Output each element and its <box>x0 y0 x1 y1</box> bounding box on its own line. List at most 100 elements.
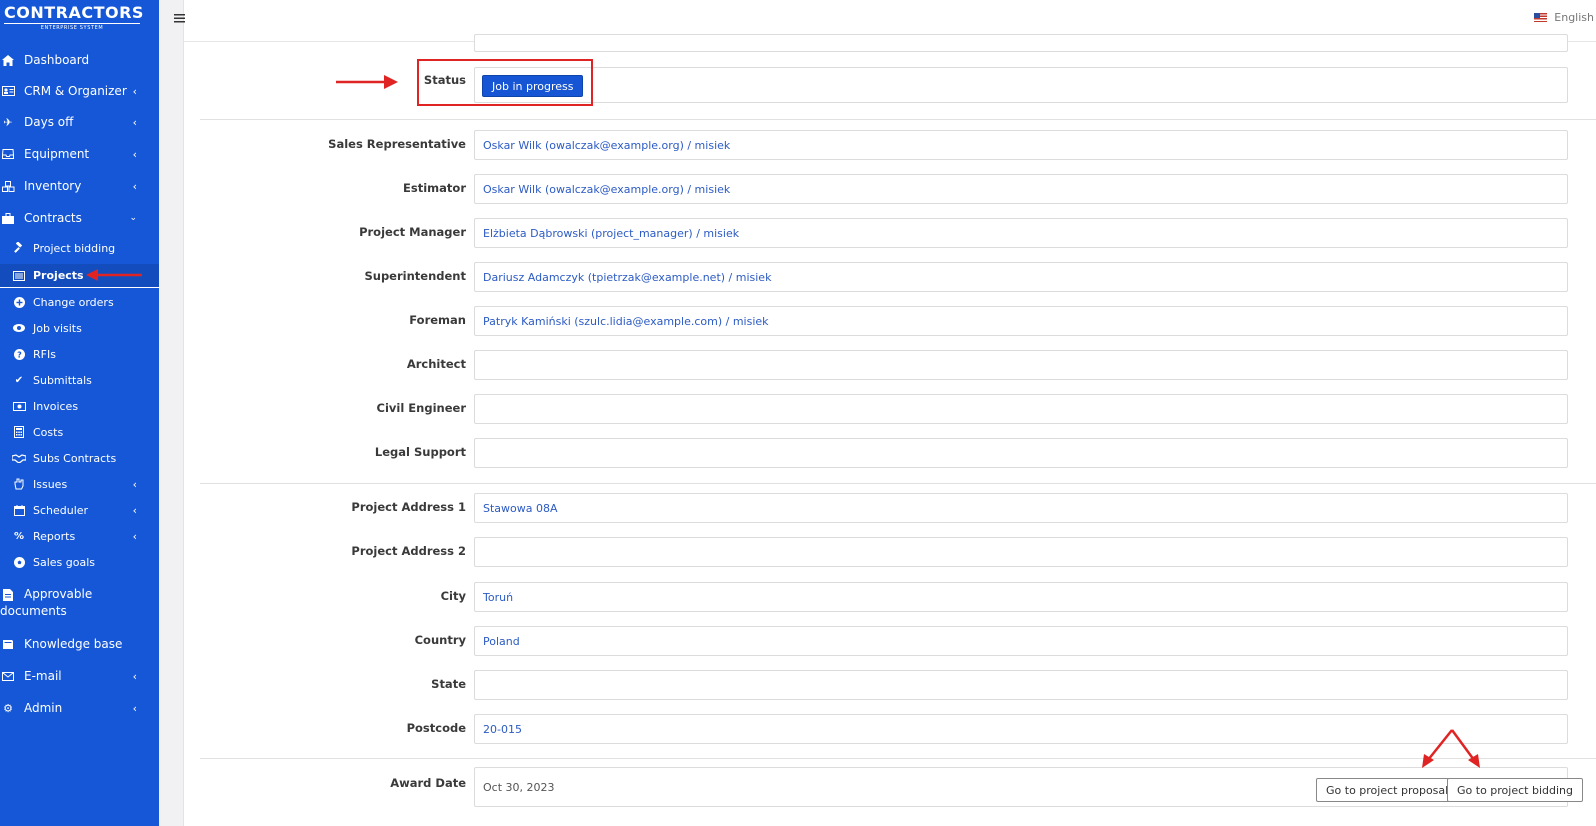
logo-subtext: ENTERPRISE SYSTEM <box>4 23 140 32</box>
chevron-left-icon: ‹ <box>132 115 137 129</box>
architect-label: Architect <box>406 357 466 371</box>
sidebar-item-inventory[interactable]: Inventory ‹ <box>0 174 159 198</box>
envelope-icon <box>1 669 15 683</box>
cogs-icon: ⚙ <box>3 701 13 715</box>
chevron-left-icon: ‹ <box>132 147 137 161</box>
sidebar-item-label: Project bidding <box>33 241 116 255</box>
eye-icon <box>12 321 26 335</box>
annotation-arrows <box>1422 729 1480 768</box>
city-field[interactable]: Toruń <box>474 582 1568 612</box>
country-field[interactable]: Poland <box>474 626 1568 656</box>
estimator-field[interactable]: Oskar Wilk (owalczak@example.org) / misi… <box>474 174 1568 204</box>
question-icon: ? <box>12 347 26 361</box>
sidebar-item-label: Inventory <box>24 179 82 193</box>
sidebar-item-label: Sales goals <box>33 555 96 569</box>
language-selector[interactable]: English <box>1534 11 1594 24</box>
sidebar-item-dashboard[interactable]: Dashboard <box>0 48 159 72</box>
chevron-left-icon: ‹ <box>132 179 137 193</box>
sidebar-item-label: Approvable <box>24 587 93 601</box>
sidebar-subitem-costs[interactable]: Costs <box>0 421 159 443</box>
sidebar-item-label-multiline: Approvable <box>24 587 92 602</box>
sidebar-item-days-off[interactable]: ✈ Days off ‹ <box>0 110 159 134</box>
sidebar-item-knowledge-base[interactable]: Knowledge base <box>0 632 159 656</box>
foreman-field[interactable]: Patryk Kamiński (szulc.lidia@example.com… <box>474 306 1568 336</box>
hamburger-icon[interactable] <box>174 8 185 27</box>
sidebar-subitem-issues[interactable]: Issues ‹ <box>0 473 159 495</box>
check-icon: ✔ <box>14 374 24 386</box>
legal-support-field[interactable] <box>474 438 1568 468</box>
sidebar-subitem-subs-contracts[interactable]: Subs Contracts <box>0 447 159 469</box>
svg-text:?: ? <box>17 350 22 359</box>
plane-icon: ✈ <box>3 115 13 129</box>
status-field <box>474 67 1568 103</box>
civil-engineer-label: Civil Engineer <box>376 401 466 415</box>
sidebar-subitem-sales-goals[interactable]: Sales goals <box>0 551 159 573</box>
sidebar-subitem-reports[interactable]: % Reports ‹ <box>0 525 159 547</box>
sidebar-item-label: Submittals <box>33 373 92 387</box>
sidebar-item-admin[interactable]: ⚙ Admin ‹ <box>0 696 159 720</box>
go-to-project-bidding-button[interactable]: Go to project bidding <box>1447 778 1583 802</box>
sidebar-item-crm[interactable]: CRM & Organizer ‹ <box>0 79 159 103</box>
address2-field[interactable] <box>474 537 1568 567</box>
list-icon <box>12 269 26 283</box>
section-divider <box>200 758 1596 759</box>
chevron-left-icon: ‹ <box>132 669 137 683</box>
sidebar-item-label: Equipment <box>24 147 90 161</box>
futbol-icon <box>12 555 26 569</box>
section-divider <box>200 483 1596 484</box>
calculator-icon <box>12 425 26 439</box>
address1-label: Project Address 1 <box>351 500 466 514</box>
sidebar-item-label: RFIs <box>33 347 56 361</box>
logo[interactable]: CONTRACTORS ENTERPRISE SYSTEM <box>4 4 144 32</box>
sidebar-subitem-rfis[interactable]: ? RFIs <box>0 343 159 365</box>
sidebar-item-label: E-mail <box>24 669 62 683</box>
file-icon <box>1 588 15 602</box>
cubes-icon <box>1 179 15 193</box>
chevron-left-icon: ‹ <box>132 503 137 517</box>
partial-field[interactable] <box>474 34 1568 52</box>
inbox-icon <box>1 147 15 161</box>
sidebar-subitem-change-orders[interactable]: Change orders <box>0 291 159 313</box>
address1-field[interactable]: Stawowa 08A <box>474 493 1568 523</box>
book-icon <box>1 637 15 651</box>
sidebar-item-label: Change orders <box>33 295 114 309</box>
civil-engineer-field[interactable] <box>474 394 1568 424</box>
sidebar-item-email[interactable]: E-mail ‹ <box>0 664 159 688</box>
legal-support-label: Legal Support <box>374 445 466 459</box>
sidebar-item-contracts[interactable]: Contracts ⌄ <box>0 206 159 230</box>
sidebar-item-label: Issues <box>33 477 68 491</box>
money-icon <box>12 399 26 413</box>
sidebar-item-equipment[interactable]: Equipment ‹ <box>0 142 159 166</box>
handshake-icon <box>12 451 26 465</box>
sidebar-subitem-project-bidding[interactable]: Project bidding <box>0 237 159 259</box>
postcode-label: Postcode <box>406 721 466 735</box>
sidebar-item-label: Knowledge base <box>24 637 123 651</box>
sidebar-item-label: Reports <box>33 529 76 543</box>
sidebar-subitem-submittals[interactable]: ✔ Submittals <box>0 369 159 391</box>
superintendent-field[interactable]: Dariusz Adamczyk (tpietrzak@example.net)… <box>474 262 1568 292</box>
sidebar-item-label: Projects <box>33 269 84 282</box>
sidebar-item-label: Subs Contracts <box>33 451 117 465</box>
sidebar-subitem-invoices[interactable]: Invoices <box>0 395 159 417</box>
chevron-down-icon: ⌄ <box>129 213 137 223</box>
project-manager-field[interactable]: Elżbieta Dąbrowski (project_manager) / m… <box>474 218 1568 248</box>
gavel-icon <box>12 241 26 255</box>
address2-label: Project Address 2 <box>351 544 466 558</box>
chevron-left-icon: ‹ <box>132 477 137 491</box>
scroll-gutter <box>159 0 184 826</box>
project-manager-label: Project Manager <box>359 225 466 239</box>
country-label: Country <box>414 633 466 647</box>
foreman-label: Foreman <box>409 313 466 327</box>
award-date-label: Award Date <box>390 776 466 790</box>
go-to-project-proposal-button[interactable]: Go to project proposal <box>1316 778 1459 802</box>
estimator-label: Estimator <box>403 181 466 195</box>
sales-rep-field[interactable]: Oskar Wilk (owalczak@example.org) / misi… <box>474 130 1568 160</box>
sidebar-subitem-scheduler[interactable]: Scheduler ‹ <box>0 499 159 521</box>
postcode-field[interactable]: 20-015 <box>474 714 1568 744</box>
sidebar-subitem-job-visits[interactable]: Job visits <box>0 317 159 339</box>
annotation-arrow <box>86 269 142 281</box>
architect-field[interactable] <box>474 350 1568 380</box>
id-card-icon <box>1 84 15 98</box>
state-field[interactable] <box>474 670 1568 700</box>
sidebar-item-label: Dashboard <box>24 53 90 67</box>
